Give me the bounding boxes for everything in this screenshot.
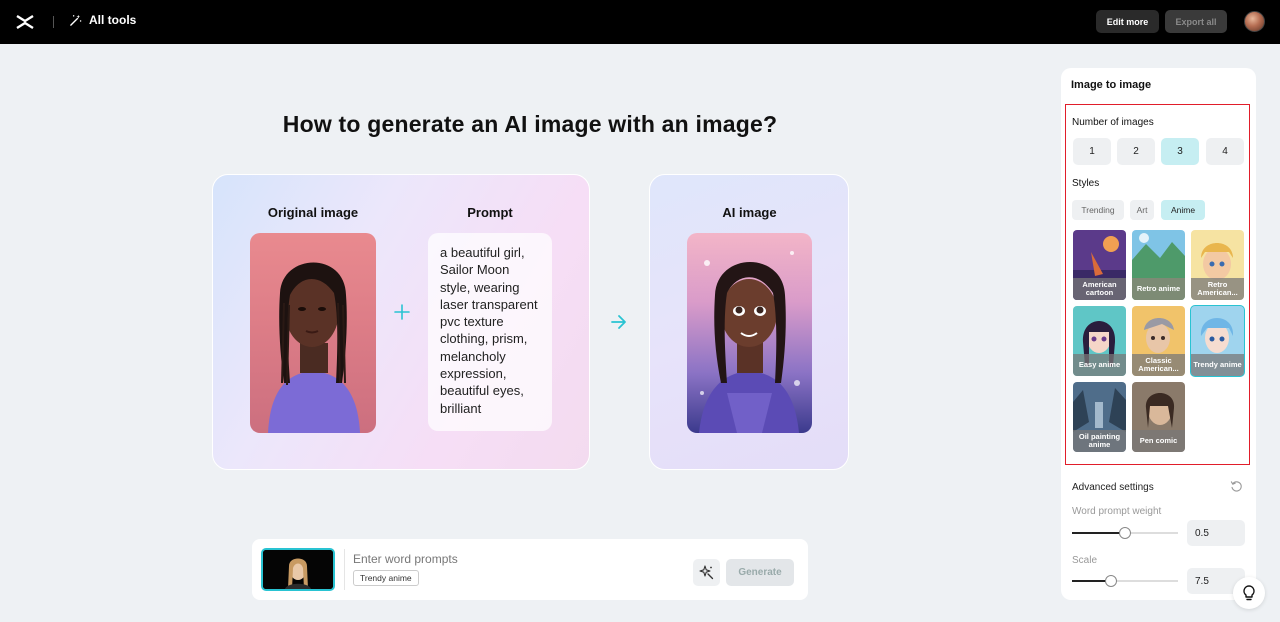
magic-wand-icon bbox=[70, 14, 82, 26]
style-tile-trendy-anime[interactable]: Trendy anime bbox=[1190, 305, 1245, 377]
edit-more-button[interactable]: Edit more bbox=[1096, 10, 1159, 33]
number-option-4[interactable]: 4 bbox=[1206, 138, 1244, 165]
style-tile-label: Trendy anime bbox=[1191, 354, 1244, 376]
panel-title: Image to image bbox=[1071, 79, 1152, 91]
image-to-image-panel: Image to image Number of images 1 2 3 4 … bbox=[1061, 68, 1256, 600]
word-prompt-input[interactable] bbox=[353, 552, 673, 566]
top-bar: All tools Edit more Export all bbox=[0, 0, 1280, 44]
slider-fill bbox=[1072, 532, 1125, 534]
all-tools-button[interactable]: All tools bbox=[69, 13, 136, 27]
style-tag[interactable]: Trendy anime bbox=[353, 570, 419, 586]
slider-handle[interactable] bbox=[1119, 527, 1131, 539]
arrow-right-icon bbox=[611, 315, 626, 329]
generate-button[interactable]: Generate bbox=[726, 559, 794, 586]
tab-art[interactable]: Art bbox=[1130, 200, 1154, 220]
style-tile-label: Retro anime bbox=[1132, 278, 1185, 300]
number-of-images-label: Number of images bbox=[1072, 117, 1154, 128]
reset-icon[interactable] bbox=[1230, 480, 1243, 493]
style-tile-label: Oil painting anime bbox=[1073, 430, 1126, 452]
prompt-inspiration-button[interactable] bbox=[693, 559, 720, 586]
capcut-logo-icon[interactable] bbox=[15, 12, 35, 32]
word-prompt-weight-slider[interactable] bbox=[1072, 527, 1178, 539]
style-tile-classic-american[interactable]: Classic American... bbox=[1132, 306, 1185, 376]
style-tile-oil-painting-anime[interactable]: Oil painting anime bbox=[1073, 382, 1126, 452]
ai-image-label: AI image bbox=[722, 205, 777, 220]
word-prompt-weight-label: Word prompt weight bbox=[1072, 506, 1162, 517]
prompt-label: Prompt bbox=[467, 205, 513, 220]
tab-anime[interactable]: Anime bbox=[1161, 200, 1205, 220]
slider-handle[interactable] bbox=[1105, 575, 1118, 587]
style-tile-retro-american[interactable]: Retro American... bbox=[1191, 230, 1244, 300]
export-all-button[interactable]: Export all bbox=[1165, 10, 1227, 33]
number-option-3[interactable]: 3 bbox=[1161, 138, 1199, 165]
example-output-card: AI image bbox=[649, 174, 849, 470]
example-prompt-box: a beautiful girl, Sailor Moon style, wea… bbox=[428, 233, 552, 431]
prompt-bar: Trendy anime Generate bbox=[252, 539, 808, 600]
style-tile-label: Retro American... bbox=[1191, 278, 1244, 300]
style-tile-label: Classic American... bbox=[1132, 354, 1185, 376]
style-tile-pen-comic[interactable]: Pen comic bbox=[1132, 382, 1185, 452]
help-button[interactable] bbox=[1233, 577, 1265, 609]
style-tile-label: American cartoon bbox=[1073, 278, 1126, 300]
plus-icon bbox=[394, 304, 410, 320]
styles-label: Styles bbox=[1072, 178, 1100, 189]
original-example-image bbox=[250, 233, 376, 433]
scale-slider[interactable] bbox=[1072, 575, 1178, 587]
user-avatar[interactable] bbox=[1244, 11, 1265, 32]
style-tile-retro-anime[interactable]: Retro anime bbox=[1132, 230, 1185, 300]
uploaded-image-thumbnail[interactable] bbox=[261, 548, 335, 591]
prompt-bar-divider bbox=[344, 549, 345, 590]
example-prompt-text: a beautiful girl, Sailor Moon style, wea… bbox=[440, 245, 538, 416]
sparkle-wand-icon bbox=[699, 565, 714, 580]
style-tile-label: Easy anime bbox=[1073, 354, 1126, 376]
style-tile-american-cartoon[interactable]: American cartoon bbox=[1073, 230, 1126, 300]
original-image-label: Original image bbox=[267, 205, 359, 220]
advanced-settings-label: Advanced settings bbox=[1072, 482, 1154, 493]
ai-example-image bbox=[687, 233, 812, 433]
style-tile-easy-anime[interactable]: Easy anime bbox=[1073, 306, 1126, 376]
all-tools-label: All tools bbox=[89, 13, 137, 27]
word-prompt-weight-value[interactable]: 0.5 bbox=[1187, 520, 1245, 546]
style-tile-label: Pen comic bbox=[1132, 430, 1185, 452]
page-title: How to generate an AI image with an imag… bbox=[282, 111, 778, 137]
scale-label: Scale bbox=[1072, 555, 1098, 566]
number-option-2[interactable]: 2 bbox=[1117, 138, 1155, 165]
example-input-card: Original image Prompt a beautiful girl, … bbox=[212, 174, 590, 470]
topbar-divider bbox=[53, 16, 54, 28]
tab-trending[interactable]: Trending bbox=[1072, 200, 1124, 220]
number-option-1[interactable]: 1 bbox=[1073, 138, 1111, 165]
lightbulb-icon bbox=[1243, 585, 1255, 601]
